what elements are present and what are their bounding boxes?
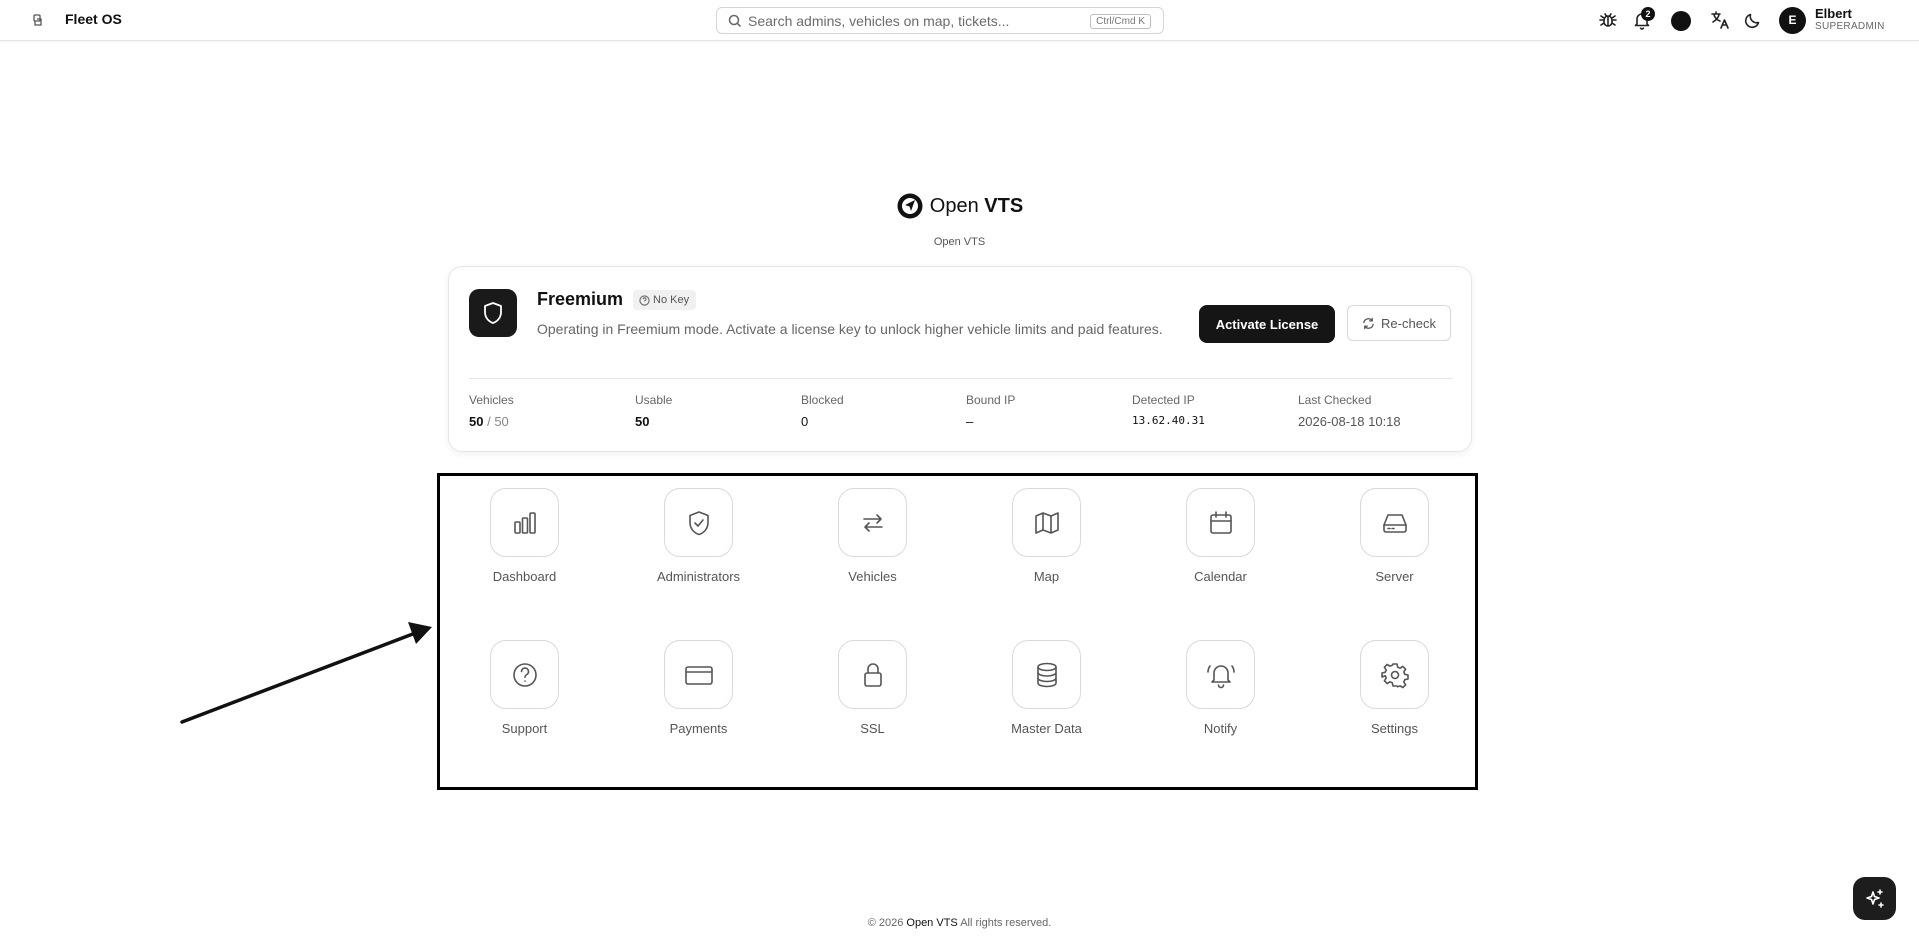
avatar[interactable]: E <box>1779 7 1806 34</box>
bell-ring-icon <box>1186 640 1255 709</box>
tile-notify[interactable]: Notify <box>1144 640 1284 750</box>
translate-icon[interactable] <box>1710 10 1730 30</box>
license-key-badge-label: No Key <box>653 294 690 306</box>
tile-label: Support <box>501 721 548 736</box>
tile-label: Vehicles <box>848 569 897 584</box>
annotation-arrow <box>180 622 432 724</box>
stat-blocked: Blocked 0 <box>801 393 844 429</box>
tile-label: Notify <box>1203 721 1238 736</box>
status-dot[interactable] <box>1671 11 1691 31</box>
app-title: Fleet OS <box>65 11 122 27</box>
search-icon <box>728 14 742 28</box>
bug-icon[interactable] <box>1598 10 1618 30</box>
footer-prefix: © 2026 <box>867 917 907 929</box>
license-description: Operating in Freemium mode. Activate a l… <box>537 321 1163 337</box>
tile-label: Master Data <box>1011 721 1082 736</box>
help-circle-icon <box>490 640 559 709</box>
brand-name-bold: VTS <box>984 194 1024 217</box>
gear-icon <box>1360 640 1429 709</box>
stat-value: 2026-08-18 10:18 <box>1298 414 1401 429</box>
search-input[interactable] <box>748 12 1078 30</box>
license-card: Freemium No Key Operating in Freemium mo… <box>448 266 1472 452</box>
refresh-icon <box>1363 317 1374 329</box>
calendar-icon <box>1186 488 1255 557</box>
tile-label: Administrators <box>656 569 741 584</box>
tile-label: Settings <box>1371 721 1418 736</box>
help-circle-icon <box>639 294 650 306</box>
stat-last-checked: Last Checked 2026-08-18 10:18 <box>1298 393 1401 429</box>
search-shortcut-hint: Ctrl/Cmd K <box>1090 14 1151 29</box>
tile-dashboard[interactable]: Dashboard <box>448 488 588 598</box>
stat-usable: Usable 50 <box>635 393 672 429</box>
brand: Open VTS <box>0 192 1919 220</box>
stat-value: 50 / 50 <box>469 414 514 429</box>
brand-logo-icon <box>897 193 923 219</box>
database-icon <box>1012 640 1081 709</box>
license-tier: Freemium <box>537 289 624 309</box>
card-divider <box>469 378 1453 379</box>
stat-label: Blocked <box>801 393 844 407</box>
brand-name: Open VTS <box>930 195 1023 218</box>
tile-label: Calendar <box>1194 569 1247 584</box>
stat-label: Bound IP <box>966 393 1016 407</box>
lock-icon <box>838 640 907 709</box>
chart-bars-icon <box>490 488 559 557</box>
recheck-button[interactable]: Re-check <box>1347 305 1451 341</box>
stat-label: Last Checked <box>1298 393 1372 407</box>
vehicles-used: 50 <box>469 414 484 429</box>
footer-suffix: All rights reserved. <box>957 917 1052 929</box>
activate-license-button[interactable]: Activate License <box>1199 305 1335 343</box>
user-role: SUPERADMIN <box>1815 21 1885 32</box>
license-key-badge: No Key <box>633 290 697 310</box>
search-box[interactable]: Ctrl/Cmd K <box>716 7 1164 34</box>
stat-label: Vehicles <box>469 393 514 407</box>
tile-ssl[interactable]: SSL <box>796 640 936 750</box>
tile-label: Map <box>1033 569 1060 584</box>
tile-master-data[interactable]: Master Data <box>970 640 1110 750</box>
arrows-swap-icon <box>838 488 907 557</box>
shield-icon <box>469 289 517 337</box>
stat-detected-ip: Detected IP 13.62.40.31 <box>1132 393 1205 427</box>
tile-label: Dashboard <box>492 569 557 584</box>
stat-label: Detected IP <box>1132 393 1195 407</box>
footer: © 2026 Open VTS All rights reserved. <box>0 917 1919 929</box>
brand-name-light: Open <box>929 194 985 217</box>
tile-label: SSL <box>860 721 885 736</box>
vehicles-total: 50 <box>494 414 509 429</box>
stat-label: Usable <box>635 393 673 407</box>
tile-label: Payments <box>669 721 728 736</box>
stat-value: 50 <box>635 414 650 429</box>
tile-server[interactable]: Server <box>1318 488 1458 598</box>
tile-payments[interactable]: Payments <box>622 640 762 750</box>
hard-drive-icon <box>1360 488 1429 557</box>
tile-support[interactable]: Support <box>448 640 588 750</box>
notification-count-badge: 2 <box>1641 7 1655 21</box>
recheck-button-label: Re-check <box>1381 315 1436 331</box>
vehicles-separator: / <box>483 414 495 429</box>
credit-card-icon <box>664 640 733 709</box>
tile-vehicles[interactable]: Vehicles <box>796 488 936 598</box>
moon-icon[interactable] <box>1743 10 1763 30</box>
ai-assistant-button[interactable] <box>1853 877 1896 920</box>
tile-administrators[interactable]: Administrators <box>622 488 762 598</box>
stat-value: – <box>966 414 974 429</box>
sparkles-icon <box>1865 888 1884 908</box>
brand-subtitle: Open VTS <box>933 236 986 248</box>
stat-value: 0 <box>801 414 809 429</box>
top-bar: Fleet OS Ctrl/Cmd K 2 E Elbert SUPERADMI… <box>0 0 1919 41</box>
map-icon <box>1012 488 1081 557</box>
tile-label: Server <box>1375 569 1414 584</box>
stat-bound-ip: Bound IP – <box>966 393 1015 429</box>
stat-value: 13.62.40.31 <box>1132 414 1205 427</box>
user-name[interactable]: Elbert <box>1815 6 1852 21</box>
shield-check-icon <box>664 488 733 557</box>
stat-vehicles: Vehicles 50 / 50 <box>469 393 514 429</box>
tile-settings[interactable]: Settings <box>1318 640 1458 750</box>
sidebar-toggle-icon[interactable] <box>29 12 47 28</box>
footer-brand-link[interactable]: Open VTS <box>906 917 957 929</box>
tile-calendar[interactable]: Calendar <box>1144 488 1284 598</box>
tile-map[interactable]: Map <box>970 488 1110 598</box>
